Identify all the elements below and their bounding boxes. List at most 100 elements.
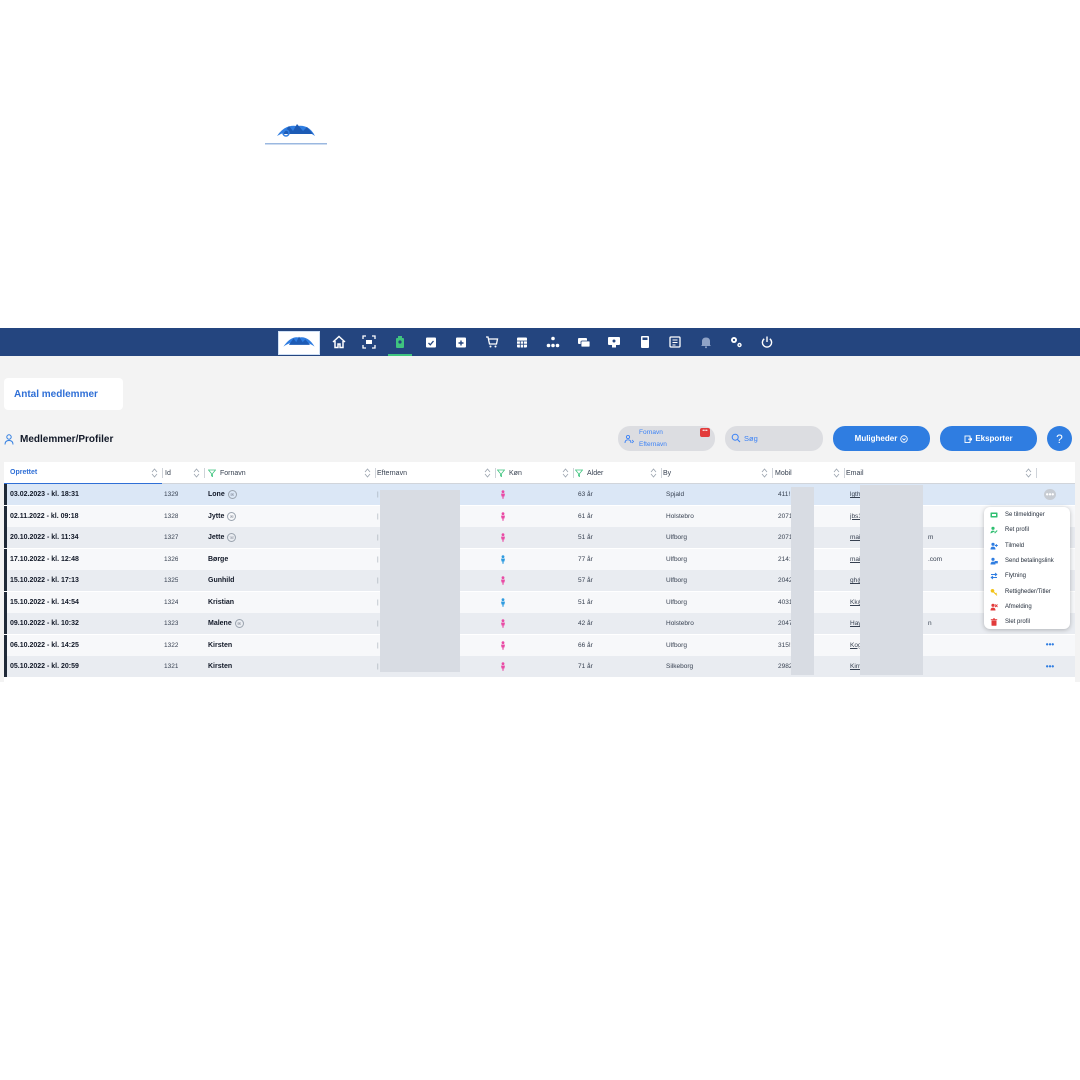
calculator-icon[interactable] bbox=[637, 335, 653, 349]
menu-item-add-user[interactable]: Tilmeld bbox=[990, 539, 1068, 553]
cards-icon[interactable] bbox=[576, 335, 592, 349]
female-icon bbox=[501, 576, 505, 585]
cell-city: Silkeborg bbox=[666, 663, 694, 670]
nav-logo[interactable] bbox=[278, 331, 320, 355]
column-mobile[interactable]: Mobil bbox=[775, 462, 844, 484]
cell-city: Ulfborg bbox=[666, 555, 687, 563]
cell-age: 71 år bbox=[578, 663, 593, 670]
cell-gender bbox=[499, 570, 507, 591]
column-created[interactable]: Oprettet bbox=[4, 462, 162, 484]
cell-firstname: Lone ✉ bbox=[208, 484, 237, 505]
cell-email[interactable]: mai bbox=[850, 527, 860, 548]
cell-firstname: Børge bbox=[208, 549, 228, 570]
calendar-grid-icon[interactable] bbox=[514, 335, 530, 349]
menu-item-key[interactable]: Rettigheder/Titler bbox=[990, 585, 1068, 599]
column-id-label: Id bbox=[165, 469, 171, 477]
member-count-card[interactable]: Antal medlemmer bbox=[4, 378, 123, 410]
cell-gender bbox=[499, 527, 507, 548]
column-age[interactable]: Alder bbox=[575, 462, 661, 484]
transfer-icon bbox=[990, 572, 998, 580]
column-lastname-label: Efternavn bbox=[377, 469, 407, 477]
members-icon[interactable] bbox=[392, 335, 408, 349]
cell-lastname: | bbox=[377, 663, 379, 670]
cell-lastname: | bbox=[377, 534, 379, 541]
cell-created: 15.10.2022 - kl. 14:54 bbox=[10, 598, 79, 606]
column-divider bbox=[772, 468, 773, 478]
name-toggle-first: Fornavn bbox=[639, 429, 663, 436]
menu-item-ticket[interactable]: Se tilmeldinger bbox=[990, 508, 1068, 522]
column-city[interactable]: By bbox=[663, 462, 772, 484]
cell-city: Ulfborg bbox=[666, 534, 687, 541]
cell-email[interactable]: lgth bbox=[850, 484, 860, 505]
menu-item-label: Tilmeld bbox=[1005, 542, 1025, 549]
row-actions-button[interactable]: ••• bbox=[1044, 489, 1056, 500]
top-navbar bbox=[0, 328, 1080, 356]
page-title: Medlemmer/Profiler bbox=[4, 431, 113, 447]
cell-mobile: 214: bbox=[778, 555, 791, 563]
cell-id: 1329 bbox=[164, 491, 179, 498]
cell-id: 1325 bbox=[164, 577, 179, 584]
cell-created: 02.11.2022 - kl. 09:18 bbox=[10, 512, 79, 520]
cell-created: 17.10.2022 - kl. 12:48 bbox=[10, 555, 79, 563]
female-icon bbox=[501, 490, 505, 499]
column-divider bbox=[573, 468, 574, 478]
brand-logo bbox=[263, 118, 329, 148]
menu-item-trash[interactable]: Slet profil bbox=[990, 615, 1068, 629]
column-gender-label: Køn bbox=[509, 469, 522, 477]
cell-id: 1327 bbox=[164, 534, 179, 541]
cart-icon[interactable] bbox=[484, 335, 500, 349]
settings-icon[interactable] bbox=[728, 335, 744, 349]
column-email[interactable]: Email bbox=[846, 462, 1036, 484]
table-header: Oprettet Id Fornavn Efternavn Køn Alder bbox=[4, 462, 1075, 484]
firstname-text: Lone bbox=[208, 491, 225, 498]
cell-mobile: 411! bbox=[778, 491, 791, 498]
options-button-label: Muligheder bbox=[854, 434, 898, 443]
bell-icon[interactable] bbox=[698, 335, 714, 349]
calendar-check-icon[interactable] bbox=[423, 335, 439, 349]
cell-id: 1323 bbox=[164, 620, 179, 627]
cell-id: 1326 bbox=[164, 555, 179, 563]
document-icon[interactable] bbox=[667, 335, 683, 349]
row-actions-button[interactable]: ••• bbox=[1044, 640, 1056, 651]
menu-item-edit-user[interactable]: Ret profil bbox=[990, 523, 1068, 537]
cell-firstname: Jytte ✉ bbox=[208, 506, 237, 527]
options-button[interactable]: Muligheder bbox=[833, 426, 930, 451]
cell-gender bbox=[499, 484, 507, 505]
row-actions-button[interactable]: ••• bbox=[1044, 661, 1056, 672]
firstname-text: Jytte bbox=[208, 512, 225, 520]
cell-id: 1328 bbox=[164, 512, 179, 520]
column-firstname[interactable]: Fornavn bbox=[208, 462, 375, 484]
power-icon[interactable] bbox=[759, 335, 775, 349]
cell-city: Ulfborg bbox=[666, 598, 687, 606]
column-divider bbox=[375, 468, 376, 478]
org-chart-icon[interactable] bbox=[545, 335, 561, 349]
column-gender[interactable]: Køn bbox=[497, 462, 573, 484]
firstname-text: Kristian bbox=[208, 598, 235, 606]
cell-email[interactable]: mai bbox=[850, 549, 860, 570]
monitor-icon[interactable] bbox=[606, 335, 622, 349]
menu-item-payment-link[interactable]: Send betalingslink bbox=[990, 554, 1068, 568]
column-age-label: Alder bbox=[587, 469, 604, 477]
menu-item-transfer[interactable]: Flytning bbox=[990, 569, 1068, 583]
menu-item-label: Ret profil bbox=[1005, 527, 1030, 534]
export-button[interactable]: Eksporter bbox=[940, 426, 1037, 451]
scan-icon[interactable] bbox=[361, 335, 377, 349]
home-icon[interactable] bbox=[331, 335, 347, 349]
calendar-plus-icon[interactable] bbox=[453, 335, 469, 349]
column-firstname-label: Fornavn bbox=[220, 469, 246, 477]
cell-lastname: | bbox=[377, 598, 379, 606]
column-id[interactable]: Id bbox=[164, 462, 204, 484]
cell-lastname: | bbox=[377, 641, 379, 649]
page-title-text: Medlemmer/Profiler bbox=[20, 433, 114, 445]
export-icon bbox=[964, 435, 973, 443]
cell-city: Ulfborg bbox=[666, 577, 687, 584]
cell-email-suffix: .com bbox=[928, 555, 943, 563]
cell-lastname: | bbox=[377, 620, 379, 627]
name-order-toggle[interactable]: Fornavn Efternavn ••• bbox=[618, 426, 715, 451]
menu-item-remove-user[interactable]: Afmelding bbox=[990, 600, 1068, 614]
cell-city: Holstebro bbox=[666, 620, 694, 627]
column-lastname[interactable]: Efternavn bbox=[377, 462, 495, 484]
help-button[interactable]: ? bbox=[1047, 426, 1072, 451]
cell-firstname: Gunhild bbox=[208, 570, 234, 591]
cell-age: 66 år bbox=[578, 641, 593, 649]
